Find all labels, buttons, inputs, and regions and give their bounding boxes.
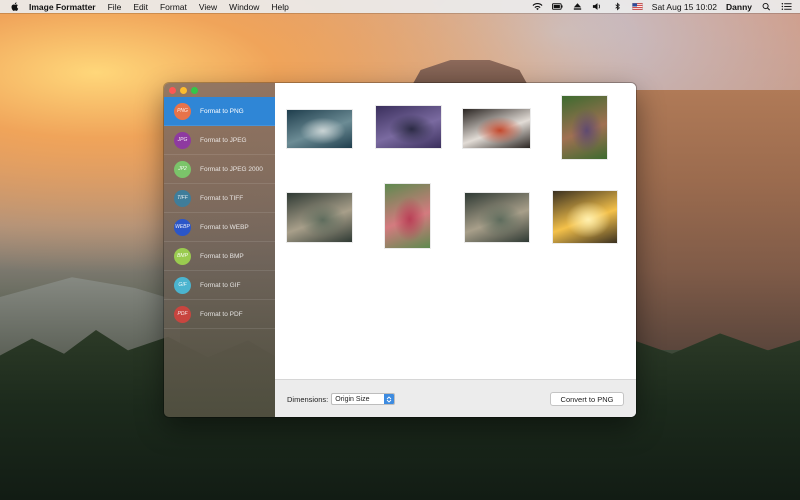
menu-edit[interactable]: Edit [133, 2, 148, 12]
eject-icon[interactable] [572, 2, 583, 11]
sidebar-item-gif[interactable]: GIF Format to GIF [164, 271, 275, 300]
image-thumbnail[interactable] [553, 191, 617, 243]
bmp-format-icon: BMP [174, 247, 191, 265]
zoom-window-button[interactable] [191, 87, 198, 94]
sidebar-item-bmp[interactable]: BMP Format to BMP [164, 242, 275, 271]
battery-icon[interactable] [551, 2, 563, 11]
image-thumbnail[interactable] [287, 110, 352, 148]
menu-format[interactable]: Format [160, 2, 187, 12]
sidebar-item-label: Format to BMP [200, 252, 244, 260]
sidebar-item-tiff[interactable]: TIFF Format to TIFF [164, 184, 275, 213]
png-format-icon: PNG [174, 102, 191, 120]
sidebar-item-label: Format to GIF [200, 281, 241, 289]
gif-format-icon: GIF [174, 276, 191, 294]
image-panel: Dimensions: Origin Size Convert to PNG [275, 83, 636, 417]
chevron-updown-icon[interactable] [384, 394, 395, 404]
sidebar-item-label: Format to PDF [200, 310, 243, 318]
menu-bar: Image Formatter File Edit Format View Wi… [0, 0, 800, 13]
sidebar-item-pdf[interactable]: PDF Format to PDF [164, 300, 275, 329]
convert-button[interactable]: Convert to PNG [550, 392, 624, 406]
spotlight-search-icon[interactable] [761, 2, 772, 11]
image-thumbnail[interactable] [385, 184, 430, 248]
window-controls [169, 87, 198, 94]
jp2-format-icon: JP2 [174, 160, 191, 178]
menu-file[interactable]: File [108, 2, 122, 12]
webp-format-icon: WEBP [174, 218, 191, 236]
sidebar-item-jpg[interactable]: JPG Format to JPEG [164, 126, 275, 155]
sidebar-item-webp[interactable]: WEBP Format to WEBP [164, 213, 275, 242]
image-thumbnail[interactable] [376, 106, 441, 148]
image-formatter-window: PNG Format to PNG JPG Format to JPEG JP2 Form… [164, 83, 636, 417]
format-list: PNG Format to PNG JPG Format to JPEG JP2 Form… [164, 97, 275, 329]
image-thumbnail[interactable] [463, 109, 530, 148]
image-thumbnail[interactable] [287, 193, 352, 242]
jpg-format-icon: JPG [174, 131, 191, 149]
volume-icon[interactable] [592, 2, 603, 11]
menubar-clock[interactable]: Sat Aug 15 10:02 [652, 2, 717, 12]
apple-menu-icon[interactable] [10, 2, 20, 12]
format-sidebar: PNG Format to PNG JPG Format to JPEG JP2 Form… [164, 83, 275, 417]
dimensions-label: Dimensions: [287, 394, 329, 404]
sidebar-item-label: Format to JPEG 2000 [200, 165, 263, 173]
sidebar-item-label: Format to JPEG [200, 136, 247, 144]
image-grid [275, 83, 636, 379]
tiff-format-icon: TIFF [174, 189, 191, 207]
sidebar-item-label: Format to WEBP [200, 223, 249, 231]
notification-center-icon[interactable] [781, 2, 792, 11]
dimensions-select-value: Origin Size [335, 395, 370, 403]
menu-app-name[interactable]: Image Formatter [29, 2, 96, 12]
wifi-icon[interactable] [532, 2, 543, 11]
sidebar-item-png[interactable]: PNG Format to PNG [164, 97, 275, 126]
us-flag-icon[interactable] [632, 2, 643, 11]
sidebar-item-label: Format to TIFF [200, 194, 244, 202]
close-window-button[interactable] [169, 87, 176, 94]
dimensions-select[interactable]: Origin Size [331, 393, 396, 405]
image-thumbnail[interactable] [562, 96, 607, 159]
minimize-window-button[interactable] [180, 87, 187, 94]
sidebar-item-label: Format to PNG [200, 107, 244, 115]
menu-help[interactable]: Help [271, 2, 288, 12]
sidebar-item-jp2[interactable]: JP2 Format to JPEG 2000 [164, 155, 275, 184]
menu-window[interactable]: Window [229, 2, 259, 12]
image-thumbnail[interactable] [465, 193, 529, 242]
menubar-user[interactable]: Danny [726, 2, 752, 12]
bottom-toolbar: Dimensions: Origin Size Convert to PNG [275, 379, 636, 417]
bluetooth-icon[interactable] [612, 2, 623, 11]
pdf-format-icon: PDF [174, 305, 191, 323]
menu-view[interactable]: View [199, 2, 217, 12]
